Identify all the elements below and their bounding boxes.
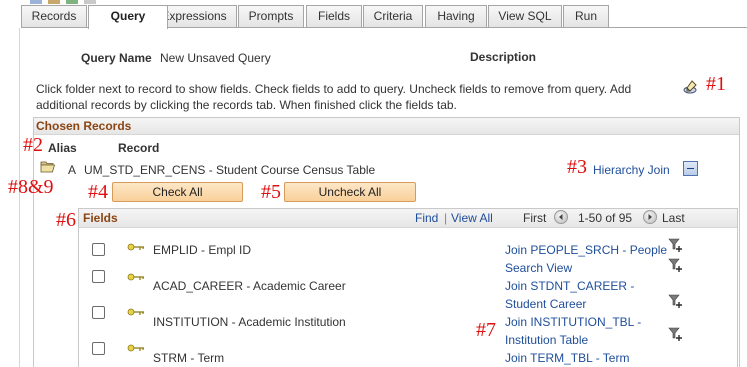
- toolbar-icon-1[interactable]: [30, 0, 42, 4]
- join-link[interactable]: Join INSTITUTION_TBL -: [505, 315, 641, 329]
- alias-header: Alias: [48, 141, 77, 155]
- join-funnel-icon[interactable]: [668, 257, 684, 273]
- last-label[interactable]: Last: [662, 211, 685, 225]
- field-checkbox-strm[interactable]: [92, 342, 105, 355]
- field-checkbox-institution[interactable]: [92, 306, 105, 319]
- join-funnel-icon[interactable]: [668, 326, 684, 342]
- join-funnel-icon[interactable]: [668, 293, 684, 309]
- view-all-link[interactable]: View All: [451, 211, 493, 225]
- field-name: INSTITUTION - Academic Institution: [153, 315, 346, 329]
- tab-view-sql[interactable]: View SQL: [488, 5, 562, 28]
- uncheck-all-button[interactable]: Uncheck All: [284, 182, 416, 202]
- query-name-label: Query Name: [81, 51, 152, 65]
- tab-query[interactable]: Query: [88, 5, 168, 29]
- folder-open-icon[interactable]: [40, 160, 56, 173]
- join-link[interactable]: Join TERM_TBL - Term: [505, 351, 629, 365]
- tab-prompts[interactable]: Prompts: [238, 5, 304, 28]
- toolbar-icon-4[interactable]: [84, 0, 96, 4]
- field-name: ACAD_CAREER - Academic Career: [153, 279, 346, 293]
- join-link-cont[interactable]: Student Career: [505, 297, 586, 311]
- join-link[interactable]: Join PEOPLE_SRCH - People: [505, 243, 667, 257]
- annotation-1: #1: [706, 73, 726, 95]
- key-icon: [127, 241, 145, 251]
- field-name: EMPLID - Empl ID: [153, 243, 252, 257]
- record-header: Record: [118, 141, 160, 155]
- join-funnel-icon[interactable]: [668, 237, 684, 253]
- nav-separator: |: [444, 211, 448, 225]
- tab-fields[interactable]: Fields: [306, 5, 362, 28]
- annotation-5: #5: [261, 181, 281, 203]
- chosen-records-title: Chosen Records: [36, 119, 132, 133]
- fields-grid-header: [79, 209, 737, 228]
- pencil-icon[interactable]: [683, 79, 699, 95]
- hierarchy-join-link[interactable]: Hierarchy Join: [593, 163, 670, 177]
- tab-criteria[interactable]: Criteria: [363, 5, 423, 28]
- query-name-value: New Unsaved Query: [160, 51, 271, 65]
- toolbar-icon-2[interactable]: [48, 0, 60, 4]
- key-icon: [127, 342, 145, 352]
- annotation-2: #2: [23, 134, 43, 156]
- tab-having[interactable]: Having: [425, 5, 487, 28]
- tab-records[interactable]: Records: [21, 5, 87, 28]
- arrow-right-icon[interactable]: [643, 210, 657, 224]
- key-icon: [127, 306, 145, 316]
- annotation-4: #4: [88, 181, 108, 203]
- fields-title: Fields: [83, 211, 118, 225]
- join-link-cont[interactable]: Institution Table: [505, 333, 588, 347]
- annotation-8-9: #8&9: [8, 176, 54, 198]
- tab-run[interactable]: Run: [563, 5, 609, 28]
- record-alias: A: [68, 163, 77, 177]
- check-all-button[interactable]: Check All: [112, 182, 243, 202]
- toolbar-icon-3[interactable]: [66, 0, 78, 4]
- collapse-minus-icon[interactable]: [683, 161, 698, 176]
- first-label[interactable]: First: [523, 211, 546, 225]
- annotation-7: #7: [476, 319, 496, 341]
- instructions-text: Click folder next to record to show fiel…: [36, 82, 632, 112]
- record-name: UM_STD_ENR_CENS - Student Course Census …: [84, 163, 376, 177]
- annotation-6: #6: [56, 209, 76, 231]
- join-link[interactable]: Join STDNT_CAREER -: [505, 279, 634, 293]
- description-label: Description: [470, 50, 537, 64]
- chosen-records-header: [34, 118, 739, 135]
- join-link-cont[interactable]: Search View: [505, 261, 572, 275]
- key-icon: [127, 271, 145, 281]
- arrow-left-icon[interactable]: [554, 210, 568, 224]
- annotation-3: #3: [567, 156, 587, 178]
- field-checkbox-emplid[interactable]: [92, 243, 105, 256]
- field-checkbox-acad-career[interactable]: [92, 270, 105, 283]
- field-name: STRM - Term: [153, 351, 225, 365]
- page-range: 1-50 of 95: [578, 211, 633, 225]
- find-link[interactable]: Find: [415, 211, 438, 225]
